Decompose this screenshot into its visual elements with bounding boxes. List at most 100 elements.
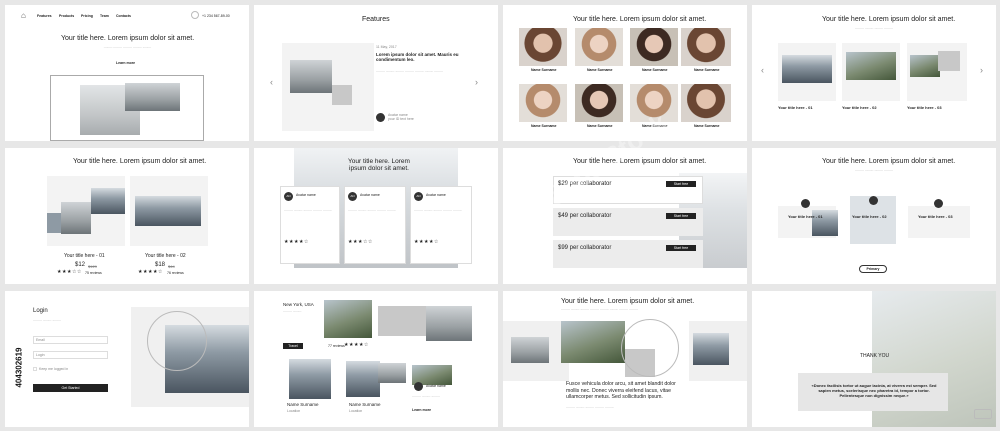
slide-gallery[interactable]: New York, USA ......... ......... Travel… [254,291,498,427]
rating-stars: ★★★★☆ [138,269,163,275]
decor-circle [621,319,679,377]
slide-features[interactable]: Features 11 May, 2017 Lorem ipsum dolor … [254,5,498,141]
feature-icon [801,199,810,208]
image-street [91,188,125,214]
image-city [290,60,332,93]
avatar: AN [414,192,423,201]
slide-team[interactable]: Your title here. Lorem ipsum dolor sit a… [503,5,747,141]
primary-button[interactable]: Primary [859,265,887,273]
slide-testimonials[interactable]: Your title here. Lorem ipsum dolor sit a… [254,148,498,284]
travel-button[interactable]: Travel [283,343,303,349]
location-label: Location [287,409,301,413]
prev-arrow-icon[interactable]: ‹ [270,77,273,87]
article-body: Fusce vehicula dolor arcu, sit amet blan… [566,381,676,400]
presentation-grid: ⌂ Features Products Pricing Team Contact… [0,0,1000,431]
item-title: Your title here - 03 [907,105,942,110]
slide-login[interactable]: Login ......... ......... ......... Emai… [5,291,249,427]
team-photo [575,28,623,66]
image-road [846,52,896,80]
slide-landing[interactable]: ⌂ Features Products Pricing Team Contact… [5,5,249,141]
phone-number: +1 234 567-89-00 [202,14,230,18]
gray-block [378,306,426,336]
slide-title: Your title here. Lorem ipsum dolor sit a… [348,158,410,172]
image-villa [511,337,549,363]
image-house [426,306,472,341]
name-label: Name Surname [349,402,381,407]
slide-article[interactable]: Your title here. Lorem ipsum dolor sit a… [503,291,747,427]
image-mountain [782,55,832,83]
nav-products[interactable]: Products [59,14,74,18]
slide-products[interactable]: Your title here. Lorem ipsum dolor sit a… [5,148,249,284]
product-price: $12 [75,262,86,268]
image-valley [135,196,201,226]
slide-thank-you[interactable]: THANK YOU «Donec facilisis tortor ut aug… [752,291,996,427]
feature-icon [934,199,943,208]
post-date: 11 May, 2017 [376,45,397,49]
learn-more-link[interactable]: Learn more [412,408,431,413]
item-title: Your title here - 02 [852,214,887,219]
post-body: ......... ......... ......... ......... … [376,69,444,73]
member-name: Name Surname [642,68,668,72]
image-cliff [693,333,729,365]
rating-stars: ★★★☆☆ [348,239,373,245]
avatar [376,113,385,122]
prev-arrow-icon[interactable]: ‹ [761,65,764,75]
author-name: Avatar name [426,193,446,197]
rating-stars: ★★★★☆ [284,239,309,245]
stock-badge-icon [974,409,992,419]
start-free-button[interactable]: Start free [666,181,696,187]
location-title: New York, USA [283,302,314,307]
nav-team[interactable]: Team [100,14,109,18]
logo-icon: ⌂ [21,11,26,20]
start-free-button[interactable]: Start free [666,213,696,219]
testimonial-text: ......... ......... ......... ......... … [284,208,332,212]
slide-feature-icons[interactable]: Your title here. Lorem ipsum dolor sit a… [752,148,996,284]
start-free-button[interactable]: Start free [666,245,696,251]
plan-price: $49 per collaborator [558,213,612,219]
image-park [561,321,625,363]
item-title: Your title here - 03 [918,214,953,219]
member-name: Name Surname [694,68,720,72]
slide-subtitle: ......... ......... ......... ......... [855,168,893,172]
team-photo [575,84,623,122]
gray-block [938,51,960,71]
slide-subtitle: ......... ......... ......... ......... [855,26,893,30]
slide-title: Your title here. Lorem ipsum dolor sit a… [822,16,956,23]
rating-stars: ★★★★☆ [414,239,439,245]
nav-features[interactable]: Features [37,14,52,18]
gray-block [332,85,352,105]
review-count: 77 reviews [328,344,345,348]
image-building [125,83,180,111]
image-cliff [47,213,61,233]
location-label: Location [349,409,363,413]
nav-contacts[interactable]: Contacts [116,14,131,18]
slide-three-features[interactable]: Your title here. Lorem ipsum dolor sit a… [752,5,996,141]
next-arrow-icon[interactable]: › [475,77,478,87]
thank-you-text: THANK YOU [860,353,890,359]
slide-subtitle: ......... ......... ......... ......... … [103,45,152,49]
feature-icon [869,196,878,205]
author-name: Avatar name [426,384,446,388]
image-bridge [324,300,372,338]
login-subtitle: ......... ......... ......... [33,318,62,322]
slide-title: Your title here. Lorem ipsum dolor sit a… [73,158,207,165]
login-field[interactable]: Login [33,351,108,359]
next-arrow-icon[interactable]: › [980,65,983,75]
member-name: Name Surname [587,124,613,128]
image-field [910,55,940,77]
learn-more-link[interactable]: Learn more [116,61,135,65]
item-title: Your title here - 01 [788,214,823,219]
image-valley [289,359,331,399]
nav-pricing[interactable]: Pricing [81,14,93,18]
remember-label: Keep me logged in [39,367,69,371]
get-started-button[interactable]: Get Started [33,384,108,392]
team-photo [681,28,731,66]
post-heading: Lorem ipsum dolor sit amet. Mauris eu co… [376,52,459,62]
remember-checkbox[interactable] [33,367,37,371]
testimonial-text: ......... ......... ......... ......... … [348,208,396,212]
rating-stars: ★★★☆☆ [57,269,82,275]
location-subtitle: ......... ......... [283,309,302,313]
email-field[interactable]: Email [33,336,108,344]
article-footnote: ......... ......... ......... ......... … [566,405,614,409]
member-name: Name Surname [694,124,720,128]
